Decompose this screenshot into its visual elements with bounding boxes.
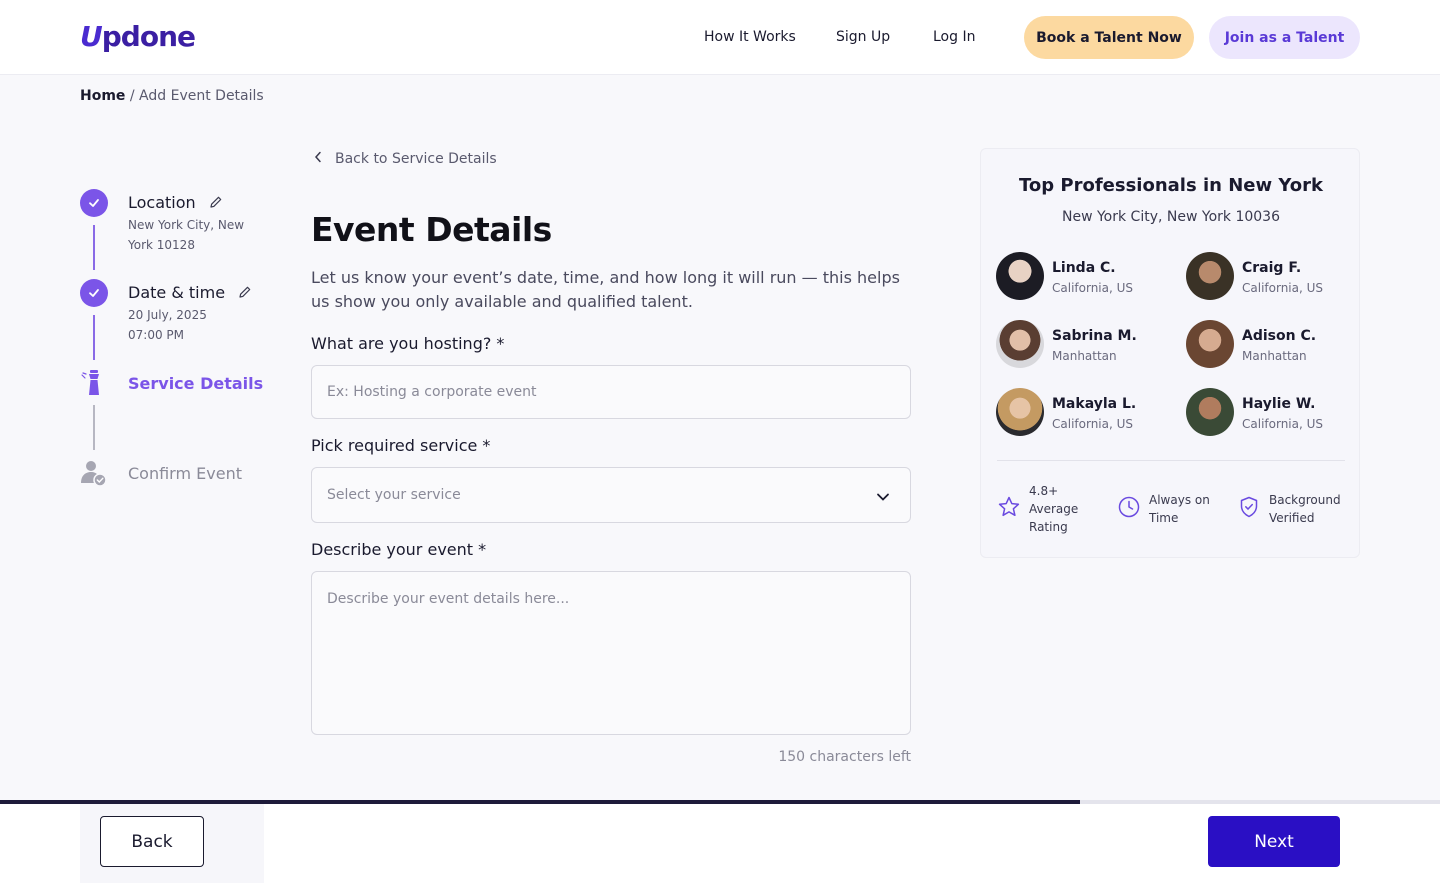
check-icon [80,279,108,307]
chevron-left-icon [313,151,323,167]
clock-icon [1117,495,1141,523]
page-title: Event Details [311,210,552,249]
feature-rating: 4.8+ Average Rating [997,482,1078,536]
service-select[interactable]: Select your service [311,467,911,523]
avatar [1186,388,1234,436]
divider [997,460,1345,461]
avatar [1186,320,1234,368]
chevron-down-icon [876,490,890,506]
step-title: Date & time [128,283,226,302]
step-subtitle: 20 July, 2025 07:00 PM [128,308,207,342]
star-icon [997,495,1021,523]
service-placeholder: Select your service [327,487,461,503]
shield-check-icon [1237,495,1261,523]
professional-item[interactable]: Adison C. Manhattan [1186,320,1356,368]
avatar [996,388,1044,436]
describe-textarea[interactable]: Describe your event details here... [311,571,911,735]
professional-item[interactable]: Makayla L. California, US [996,388,1166,436]
user-check-icon [80,459,108,487]
check-icon [80,189,108,217]
nav-log-in[interactable]: Log In [933,29,975,45]
step-subtitle: New York City, New York 10128 [128,218,245,252]
avatar [1186,252,1234,300]
join-talent-button[interactable]: Join as a Talent [1209,16,1360,59]
book-talent-button[interactable]: Book a Talent Now [1024,16,1194,59]
card-subtitle: New York City, New York 10036 [1062,209,1280,225]
top-navbar: Updone How It Works Sign Up Log In Book … [0,0,1440,75]
character-counter: 150 characters left [778,749,911,765]
back-to-service-details-link[interactable]: Back to Service Details [313,151,497,167]
service-label: Pick required service * [311,436,491,455]
step-title: Location [128,193,196,212]
stepper-connector [93,315,95,360]
hosting-placeholder: Ex: Hosting a corporate event [327,384,537,400]
feature-on-time: Always on Time [1117,491,1210,527]
card-title: Top Professionals in New York [1019,175,1323,196]
pencil-icon[interactable] [209,194,223,213]
breadcrumb: Home / Add Event Details [80,88,264,104]
feature-verified: Background Verified [1237,491,1341,527]
next-button[interactable]: Next [1208,816,1340,867]
avatar [996,320,1044,368]
updone-logo[interactable]: Updone [80,20,196,53]
professional-item[interactable]: Sabrina M. Manhattan [996,320,1166,368]
professional-item[interactable]: Craig F. California, US [1186,252,1356,300]
describe-placeholder: Describe your event details here... [327,591,570,607]
nav-sign-up[interactable]: Sign Up [836,29,890,45]
breadcrumb-home[interactable]: Home [80,88,125,104]
step-title: Confirm Event [128,464,242,483]
hosting-label: What are you hosting? * [311,334,505,353]
professional-item[interactable]: Linda C. California, US [996,252,1166,300]
step-title: Service Details [128,374,264,393]
professional-item[interactable]: Haylie W. California, US [1186,388,1356,436]
back-link-label: Back to Service Details [335,151,497,167]
stepper-connector [93,225,95,270]
avatar [996,252,1044,300]
stepper-connector [93,405,95,450]
nav-how-it-works[interactable]: How It Works [704,29,796,45]
pencil-icon[interactable] [238,284,252,303]
top-professionals-card: Top Professionals in New York New York C… [980,148,1360,558]
describe-label: Describe your event * [311,540,487,559]
breadcrumb-current: Add Event Details [139,88,264,104]
page-description: Let us know your event’s date, time, and… [311,268,900,311]
cocktail-shaker-icon [80,369,108,397]
footer-bar: Back Next [0,804,1440,883]
back-button[interactable]: Back [100,816,204,867]
hosting-input[interactable]: Ex: Hosting a corporate event [311,365,911,419]
